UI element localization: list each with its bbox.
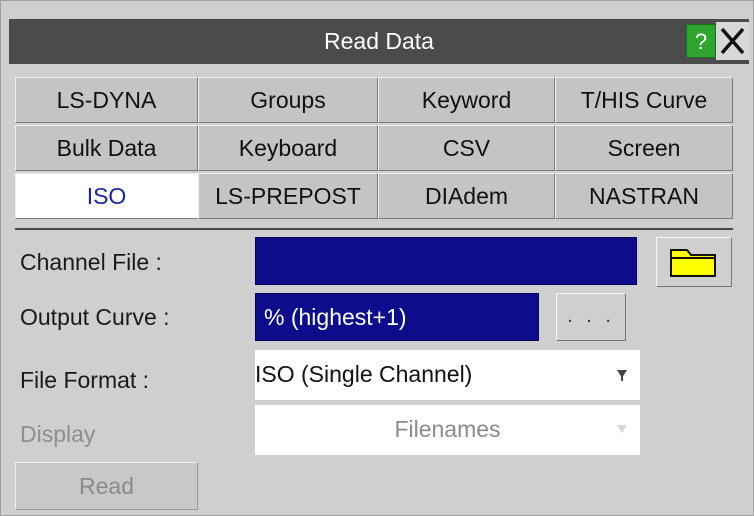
separator xyxy=(15,228,733,230)
close-button[interactable] xyxy=(716,22,749,60)
browse-folder-button[interactable] xyxy=(656,237,732,287)
output-curve-label: Output Curve : xyxy=(20,304,170,330)
display-value: Filenames xyxy=(394,416,501,442)
file-format-label: File Format : xyxy=(20,367,150,393)
read-button[interactable]: Read xyxy=(15,462,198,510)
dropdown-arrow-icon xyxy=(617,425,627,433)
tab-this-curve[interactable]: T/HIS Curve xyxy=(555,77,733,123)
close-icon xyxy=(716,22,749,60)
file-format-value: ISO (Single Channel) xyxy=(255,361,473,387)
channel-file-field[interactable] xyxy=(255,237,637,285)
tab-groups[interactable]: Groups xyxy=(198,77,378,123)
tab-bulk-data[interactable]: Bulk Data xyxy=(15,125,198,171)
tab-ls-prepost[interactable]: LS-PREPOST xyxy=(198,173,378,219)
dropdown-arrow-icon xyxy=(617,370,627,381)
tab-csv[interactable]: CSV xyxy=(378,125,555,171)
tab-keyword[interactable]: Keyword xyxy=(378,77,555,123)
tab-iso[interactable]: ISO xyxy=(15,173,198,219)
window-title: Read Data xyxy=(324,28,434,54)
tab-diadem[interactable]: DIAdem xyxy=(378,173,555,219)
display-label: Display xyxy=(20,421,96,447)
output-curve-field[interactable]: % (highest+1) xyxy=(255,293,539,341)
folder-icon xyxy=(670,249,716,277)
source-tabs: LS-DYNA Groups Keyword T/HIS Curve Bulk … xyxy=(15,77,733,219)
tab-ls-dyna[interactable]: LS-DYNA xyxy=(15,77,198,123)
read-data-dialog: Read Data ? LS-DYNA Groups Keyword T/HIS… xyxy=(0,0,754,516)
channel-file-label: Channel File : xyxy=(20,249,162,275)
output-curve-more-button[interactable]: . . . xyxy=(556,293,626,341)
file-format-dropdown[interactable]: ISO (Single Channel) xyxy=(255,350,640,400)
tab-screen[interactable]: Screen xyxy=(555,125,733,171)
title-bar[interactable]: Read Data ? xyxy=(9,19,749,64)
tab-keyboard[interactable]: Keyboard xyxy=(198,125,378,171)
display-dropdown[interactable]: Filenames xyxy=(255,405,640,455)
tab-nastran[interactable]: NASTRAN xyxy=(555,173,733,219)
help-button[interactable]: ? xyxy=(686,24,716,58)
